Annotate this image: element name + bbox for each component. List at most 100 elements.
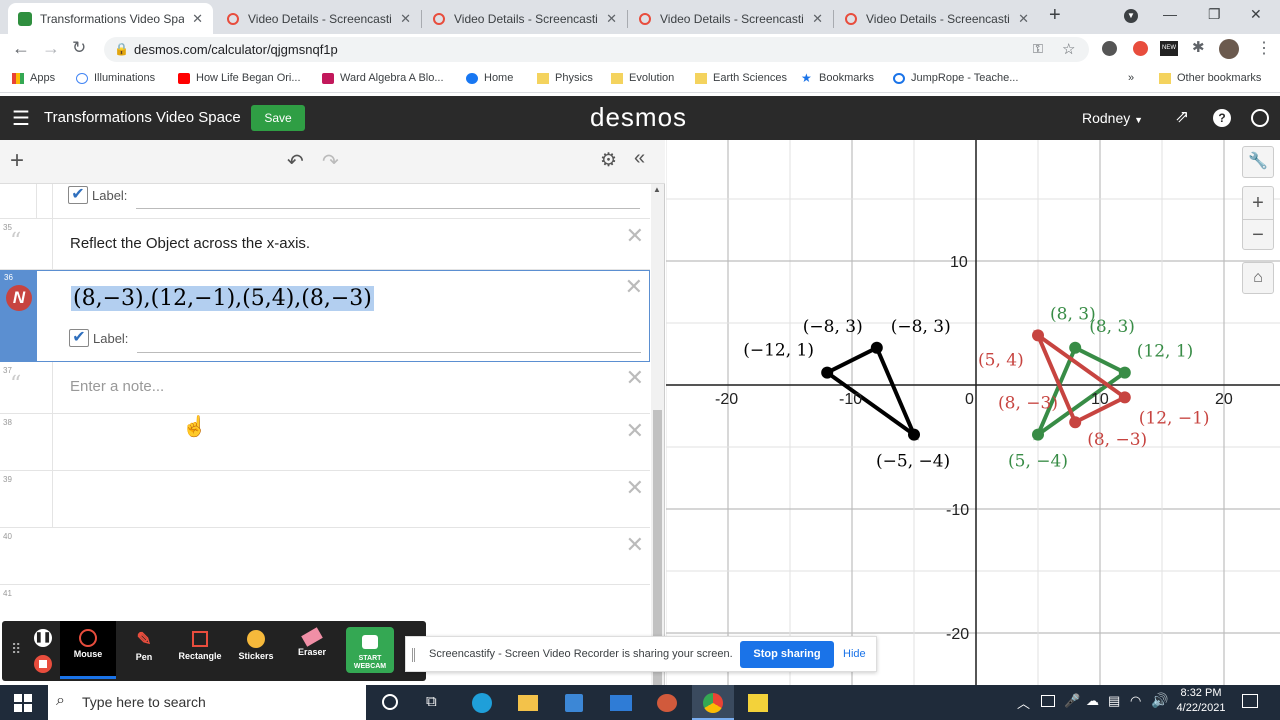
scroll-up-icon[interactable]: ▲ [653,185,661,194]
hamburger-menu-icon[interactable]: ☰ [12,106,30,131]
start-webcam-button[interactable]: START WEBCAM [346,627,394,673]
stop-record-icon[interactable] [34,655,52,673]
bookmark-earth-sciences[interactable]: Earth Sciences [695,72,787,84]
mouse-tool[interactable]: Mouse [60,621,116,679]
note-text[interactable]: Reflect the Object across the x-axis. [70,235,310,252]
tab-video-details-4[interactable]: Video Details - Screencastify ✕ [834,3,1039,34]
hide-button[interactable]: Hide [843,648,866,660]
delete-row-icon[interactable]: ✕ [626,475,644,501]
stickers-tool[interactable]: Stickers [228,621,284,679]
expression-row-34[interactable]: ✔ Label: [0,184,650,219]
menu-dots-icon[interactable]: ⋮ [1256,38,1272,58]
tab-video-details-1[interactable]: Video Details - Screencastify ✕ [216,3,421,34]
undo-icon[interactable]: ↶ [287,149,304,174]
close-tab-icon[interactable]: ✕ [1018,11,1029,27]
task-view-icon[interactable]: ⧉ [426,693,437,710]
tab-transformations[interactable]: Transformations Video Space ✕ [8,3,213,34]
expression-row-40[interactable]: 40 ✕ [0,528,650,585]
forward-arrow-icon[interactable]: → [42,38,60,59]
wrench-icon[interactable]: 🔧 [1242,146,1274,178]
stop-sharing-button[interactable]: Stop sharing [740,641,834,668]
share-bar-grip-icon[interactable] [412,648,415,662]
paint-icon[interactable] [657,694,677,712]
tab-video-details-2[interactable]: Video Details - Screencastify ✕ [422,3,627,34]
drag-handle-icon[interactable]: ⠿ [11,641,21,658]
bookmark-other[interactable]: Other bookmarks [1159,72,1261,84]
collapse-list-icon[interactable]: « [634,147,645,170]
bookmark-ward-algebra[interactable]: Ward Algebra A Blo... [322,72,444,84]
pen-tool[interactable]: ✎ Pen [116,621,172,679]
close-tab-icon[interactable]: ✕ [606,11,617,27]
polygon-color-icon[interactable]: N [6,285,32,311]
expression-row-41[interactable]: 41 [0,585,650,625]
wifi-icon[interactable]: ◠ [1130,693,1141,709]
news-extension-icon[interactable]: NEW [1160,41,1178,56]
windows-start-icon[interactable] [14,694,32,712]
tab-video-details-3[interactable]: Video Details - Screencastify ✕ [628,3,833,34]
help-icon[interactable]: ? [1213,109,1231,127]
eraser-tool[interactable]: Eraser [284,621,340,679]
user-menu[interactable]: Rodney ▼ [1082,110,1143,126]
label-input[interactable] [136,208,640,209]
bookmark-how-life-began[interactable]: How Life Began Ori... [178,72,301,84]
profile-avatar[interactable] [1219,39,1239,59]
save-button[interactable]: Save [251,105,305,131]
new-tab-button[interactable]: + [1049,4,1061,27]
cortana-icon[interactable] [382,694,398,710]
maximize-icon[interactable]: ❐ [1208,6,1221,23]
label-checkbox[interactable]: ✔ [69,329,89,347]
close-tab-icon[interactable]: ✕ [400,11,411,27]
battery-icon[interactable] [1041,695,1055,707]
close-tab-icon[interactable]: ✕ [812,11,823,27]
bookmark-illuminations[interactable]: Illuminations [76,72,155,84]
share-icon[interactable]: ⇗ [1175,107,1189,127]
rectangle-tool[interactable]: Rectangle [172,621,228,679]
minimize-icon[interactable]: — [1163,6,1177,22]
key-icon[interactable]: ⚿ [1033,41,1043,57]
network-icon[interactable]: ▤ [1108,693,1120,709]
zoom-in-icon[interactable]: + [1243,187,1273,219]
back-arrow-icon[interactable]: ← [12,38,30,59]
extension-icon[interactable] [1102,41,1117,56]
screencastify-extension-icon[interactable] [1133,41,1148,56]
expression-row-36[interactable]: 36 N (8,−3),(12,−1),(5,4),(8,−3) ✔ Label… [0,270,650,362]
close-window-icon[interactable]: ✕ [1250,6,1262,23]
tab-search-icon[interactable]: ▼ [1124,9,1138,23]
microphone-icon[interactable]: 🎤 [1064,693,1080,709]
expression-input[interactable]: (8,−3),(12,−1),(5,4),(8,−3) [71,286,374,311]
system-clock[interactable]: 8:32 PM 4/22/2021 [1170,687,1232,714]
address-bar[interactable]: 🔒 desmos.com/calculator/qjgmsnqf1p ⚿ ☆ [104,37,1089,62]
expression-scrollbar[interactable]: ▲ [651,184,664,685]
home-icon[interactable]: ⌂ [1242,262,1274,294]
bookmark-jumprope[interactable]: JumpRope - Teache... [893,72,1018,84]
bookmark-home[interactable]: Home [466,72,513,84]
volume-icon[interactable]: 🔊 [1151,692,1168,709]
delete-row-icon[interactable]: ✕ [626,532,644,558]
close-tab-icon[interactable]: ✕ [192,11,203,27]
bookmark-apps[interactable]: Apps [12,72,55,84]
taskbar-search-box[interactable]: ⌕ Type here to search [48,685,366,720]
expression-row-35[interactable]: 35 “ Reflect the Object across the x-axi… [0,219,650,270]
delete-row-icon[interactable]: ✕ [626,418,644,444]
bookmark-bookmarks[interactable]: ★ Bookmarks [801,72,874,85]
onedrive-icon[interactable]: ☁ [1086,693,1099,709]
delete-row-icon[interactable]: ✕ [625,274,643,300]
add-item-icon[interactable]: + [10,147,24,175]
puzzle-extensions-icon[interactable]: ✱ [1192,38,1205,56]
reload-icon[interactable]: ↻ [72,38,86,58]
file-explorer-icon[interactable] [518,695,538,711]
label-checkbox[interactable]: ✔ [68,186,88,204]
sticky-notes-icon[interactable] [748,694,768,712]
expression-row-38[interactable]: 38 ✕ [0,414,650,471]
graph-canvas[interactable]: -20 -10 0 10 20 10 -10 -20 (−8, 3) (−8, … [666,140,1280,685]
notifications-icon[interactable] [1242,694,1258,708]
expression-row-39[interactable]: 39 ✕ [0,471,650,528]
delete-row-icon[interactable]: ✕ [626,365,644,391]
pause-icon[interactable]: ❚❚ [34,629,52,647]
bookmarks-overflow[interactable]: » [1128,72,1134,84]
bookmark-physics[interactable]: Physics [537,72,593,84]
edge-icon[interactable] [472,693,492,713]
store-icon[interactable] [565,694,583,712]
chrome-taskbar-button[interactable] [692,685,734,720]
graph-paper[interactable]: -20 -10 0 10 20 10 -10 -20 (−8, 3) (−8, … [666,140,1280,685]
